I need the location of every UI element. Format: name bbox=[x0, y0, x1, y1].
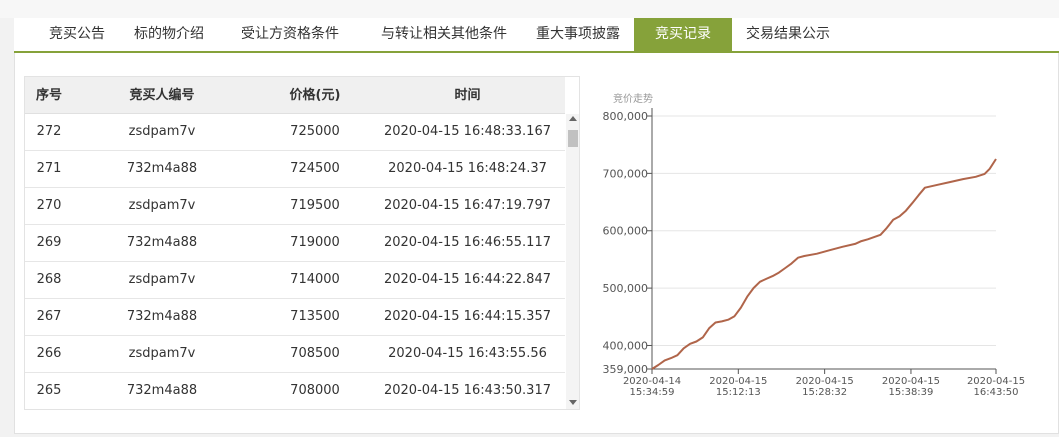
tab-auction-notice[interactable]: 竞买公告 bbox=[32, 18, 122, 51]
tab-bar: 竞买公告 标的物介绍 受让方资格条件 与转让相关其他条件 重大事项披露 竞买记录… bbox=[14, 18, 1059, 53]
cell-price: 708500 bbox=[290, 346, 340, 361]
cell-bidder-id: zsdpam7v bbox=[128, 346, 196, 361]
cell-price: 713500 bbox=[290, 309, 340, 324]
cell-bidder-id: zsdpam7v bbox=[128, 124, 196, 139]
top-strip bbox=[0, 0, 1059, 18]
cell-seq: 265 bbox=[36, 383, 62, 398]
cell-bidder-id: 732m4a88 bbox=[126, 383, 198, 398]
cell-bidder-id: zsdpam7v bbox=[128, 198, 196, 213]
cell-seq: 271 bbox=[36, 161, 62, 176]
tab-transaction-result[interactable]: 交易结果公示 bbox=[734, 18, 842, 51]
bid-records-table: 序号 竞买人编号 价格(元) 时间 272 zsdpam7v 725000 20… bbox=[24, 76, 580, 410]
cell-seq: 269 bbox=[36, 235, 62, 250]
table-row: 267 732m4a88 713500 2020-04-15 16:44:15.… bbox=[25, 299, 565, 336]
cell-price: 708000 bbox=[290, 383, 340, 398]
cell-seq: 270 bbox=[36, 198, 62, 213]
chart-title: 竞价走势 bbox=[613, 94, 653, 105]
table-row: 271 732m4a88 724500 2020-04-15 16:48:24.… bbox=[25, 151, 565, 188]
table-row: 265 732m4a88 708000 2020-04-15 16:43:50.… bbox=[25, 373, 565, 409]
cell-time: 2020-04-15 16:44:22.847 bbox=[383, 272, 551, 287]
table-scrollbar[interactable] bbox=[566, 114, 579, 409]
scroll-thumb[interactable] bbox=[568, 130, 578, 147]
table-row: 268 zsdpam7v 714000 2020-04-15 16:44:22.… bbox=[25, 262, 565, 299]
cell-price: 714000 bbox=[290, 272, 340, 287]
cell-seq: 266 bbox=[36, 346, 62, 361]
table-row: 266 zsdpam7v 708500 2020-04-15 16:43:55.… bbox=[25, 336, 565, 373]
header-time: 时间 bbox=[454, 88, 481, 103]
cell-time: 2020-04-15 16:48:24.37 bbox=[388, 161, 547, 176]
tab-subject-intro[interactable]: 标的物介绍 bbox=[124, 18, 214, 51]
cell-bidder-id: 732m4a88 bbox=[126, 309, 198, 324]
tab-major-disclosure[interactable]: 重大事项披露 bbox=[522, 18, 634, 51]
cell-seq: 272 bbox=[36, 124, 62, 139]
table-row: 272 zsdpam7v 725000 2020-04-15 16:48:33.… bbox=[25, 114, 565, 151]
scroll-down-arrow-icon[interactable] bbox=[569, 400, 577, 405]
cell-price: 719000 bbox=[290, 235, 340, 250]
cell-time: 2020-04-15 16:47:19.797 bbox=[383, 198, 551, 213]
cell-time: 2020-04-15 16:43:50.317 bbox=[383, 383, 551, 398]
tab-buyer-qualification[interactable]: 受让方资格条件 bbox=[226, 18, 354, 51]
cell-time: 2020-04-15 16:44:15.357 bbox=[383, 309, 551, 324]
header-bidder-id: 竞买人编号 bbox=[129, 88, 195, 103]
cell-price: 719500 bbox=[290, 198, 340, 213]
table-header: 序号 竞买人编号 价格(元) 时间 bbox=[25, 77, 565, 114]
cell-price: 725000 bbox=[290, 124, 340, 139]
cell-seq: 268 bbox=[36, 272, 62, 287]
scroll-up-arrow-icon[interactable] bbox=[569, 116, 577, 121]
cell-bidder-id: 732m4a88 bbox=[126, 161, 198, 176]
cell-bidder-id: zsdpam7v bbox=[128, 272, 196, 287]
tab-other-conditions[interactable]: 与转让相关其他条件 bbox=[364, 18, 524, 51]
table-row: 269 732m4a88 719000 2020-04-15 16:46:55.… bbox=[25, 225, 565, 262]
cell-time: 2020-04-15 16:48:33.167 bbox=[383, 124, 551, 139]
tab-bid-records[interactable]: 竞买记录 bbox=[634, 18, 732, 51]
cell-time: 2020-04-15 16:46:55.117 bbox=[383, 235, 551, 250]
cell-price: 724500 bbox=[290, 161, 340, 176]
cell-bidder-id: 732m4a88 bbox=[126, 235, 198, 250]
cell-time: 2020-04-15 16:43:55.56 bbox=[388, 346, 547, 361]
header-seq: 序号 bbox=[35, 88, 62, 103]
header-price: 价格(元) bbox=[289, 88, 341, 103]
cell-seq: 267 bbox=[36, 309, 62, 324]
table-row: 270 zsdpam7v 719500 2020-04-15 16:47:19.… bbox=[25, 188, 565, 225]
